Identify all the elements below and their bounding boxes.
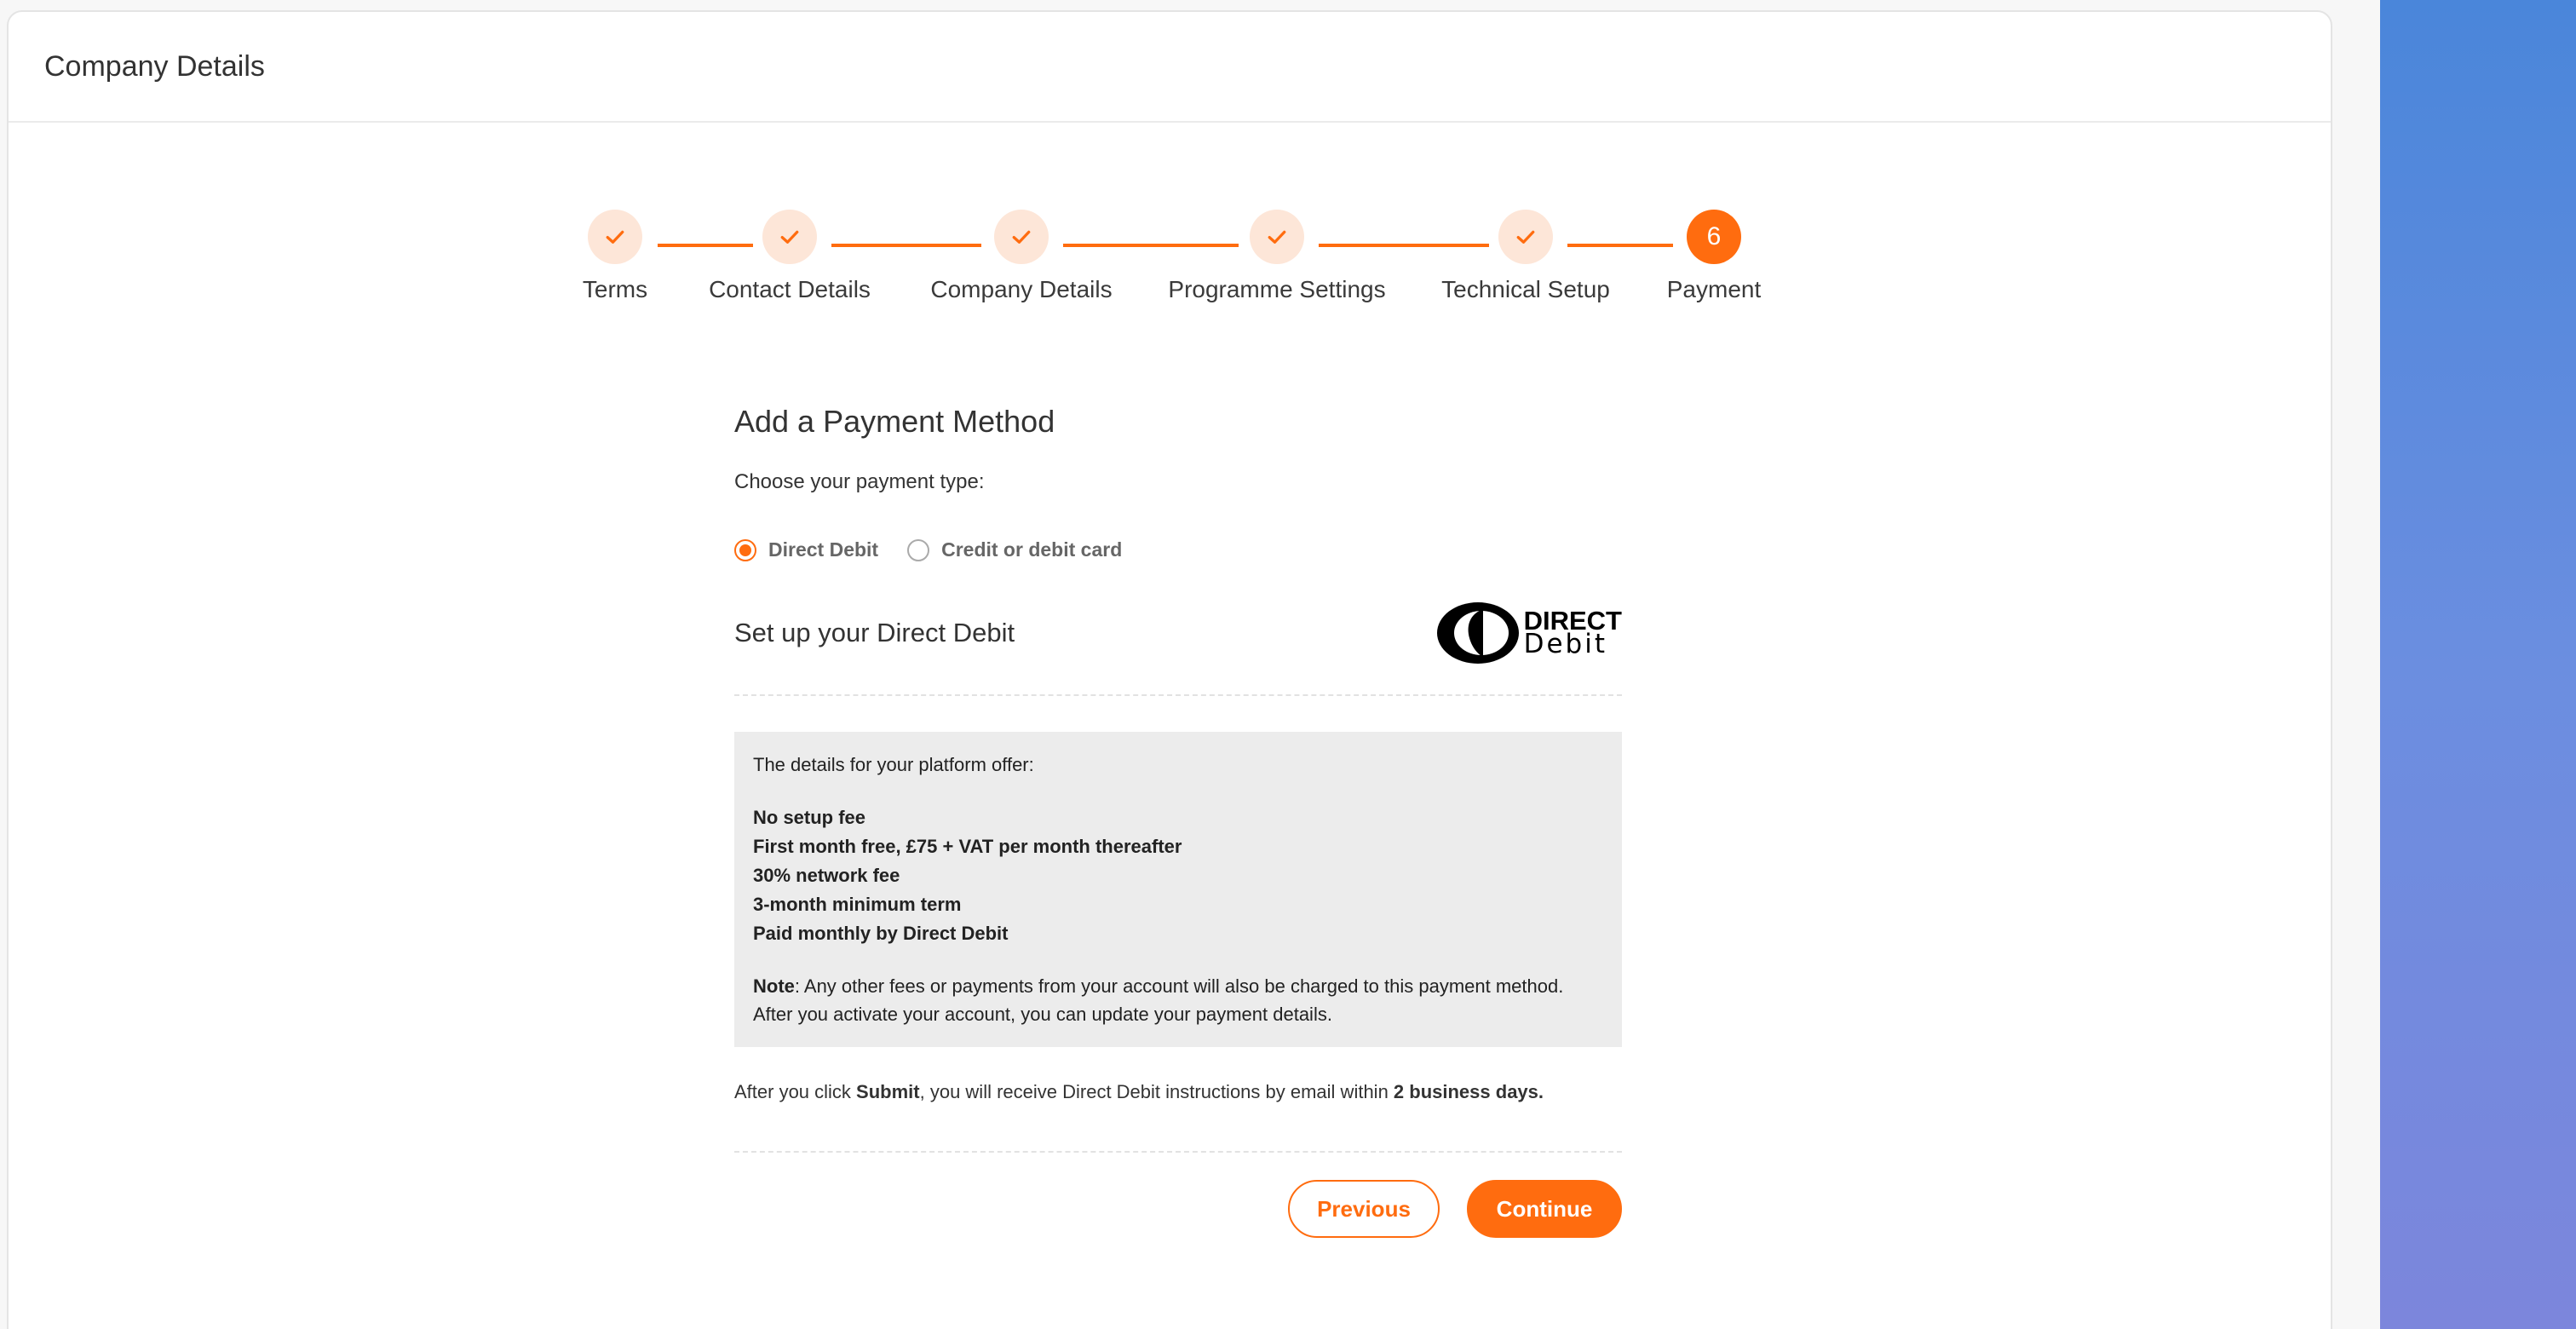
offer-intro: The details for your platform offer: <box>753 754 1034 775</box>
step-label: Contact Details <box>709 276 871 302</box>
direct-debit-logo: DIRECT Debit <box>1435 601 1622 665</box>
offer-item: No setup fee <box>753 807 866 828</box>
payment-type-label: Choose your payment type: <box>734 470 985 493</box>
radio-button-selected[interactable] <box>734 538 756 561</box>
step-complete-indicator <box>994 210 1049 264</box>
radio-card[interactable]: Credit or debit card <box>907 538 1122 561</box>
form-actions: Previous Continue <box>734 1180 1622 1238</box>
days-emphasis: 2 business days. <box>1393 1081 1544 1102</box>
step-label: Programme Settings <box>1168 276 1386 302</box>
radio-label: Credit or debit card <box>941 538 1123 561</box>
offer-details-box: The details for your platform offer: No … <box>734 732 1622 1047</box>
progress-stepper: Terms Contact Details Company Details Pr… <box>9 210 2331 329</box>
previous-button[interactable]: Previous <box>1288 1180 1440 1238</box>
note-label: Note <box>753 975 795 997</box>
radio-button-unselected[interactable] <box>907 538 930 561</box>
note-text: : Any other fees or payments from your a… <box>753 975 1564 1025</box>
direct-debit-logo-text: DIRECT Debit <box>1523 607 1622 659</box>
step-company-details[interactable]: Company Details <box>894 210 1149 303</box>
step-complete-indicator <box>588 210 642 264</box>
onboarding-card: Company Details Terms Contact Details Co… <box>7 10 2332 1329</box>
step-payment[interactable]: 6 Payment <box>1586 210 1842 303</box>
direct-debit-header: Set up your Direct Debit DIRECT Debit <box>734 601 1622 696</box>
direct-debit-title: Set up your Direct Debit <box>734 618 1015 647</box>
checkmark-icon <box>1516 230 1535 244</box>
step-complete-indicator <box>1250 210 1304 264</box>
logo-line2: Debit <box>1523 629 1607 659</box>
instructions-text: After you click <box>734 1081 857 1102</box>
offer-note: Note: Any other fees or payments from yo… <box>753 972 1603 1028</box>
step-number: 6 <box>1687 210 1741 264</box>
submit-instructions: After you click Submit, you will receive… <box>734 1081 1622 1153</box>
offer-item: 30% network fee <box>753 865 900 886</box>
page-title: Company Details <box>44 49 265 83</box>
submit-emphasis: Submit <box>856 1081 920 1102</box>
step-complete-indicator <box>1498 210 1553 264</box>
radio-dot <box>739 544 751 556</box>
instructions-text: , you will receive Direct Debit instruct… <box>919 1081 1394 1102</box>
step-label: Payment <box>1666 276 1762 302</box>
offer-item: 3-month minimum term <box>753 894 962 915</box>
step-label: Company Details <box>930 276 1113 302</box>
payment-form: Add a Payment Method Choose your payment… <box>734 404 1622 1238</box>
radio-direct-debit[interactable]: Direct Debit <box>734 538 878 561</box>
card-header: Company Details <box>9 12 2331 123</box>
step-contact-details[interactable]: Contact Details <box>662 210 917 303</box>
step-label: Terms <box>582 276 648 302</box>
side-background-panel <box>2380 0 2576 1329</box>
step-label: Technical Setup <box>1441 276 1610 302</box>
step-programme-settings[interactable]: Programme Settings <box>1149 210 1405 303</box>
checkmark-icon <box>1012 230 1031 244</box>
payment-type-radio-group: Direct Debit Credit or debit card <box>734 538 1622 561</box>
checkmark-icon <box>780 230 799 244</box>
direct-debit-logo-icon <box>1436 602 1519 664</box>
section-heading: Add a Payment Method <box>734 404 1055 439</box>
step-complete-indicator <box>762 210 817 264</box>
checkmark-icon <box>1268 230 1286 244</box>
radio-label: Direct Debit <box>768 538 879 561</box>
continue-button[interactable]: Continue <box>1467 1180 1622 1238</box>
checkmark-icon <box>606 230 624 244</box>
offer-item: Paid monthly by Direct Debit <box>753 923 1009 944</box>
offer-item: First month free, £75 + VAT per month th… <box>753 836 1182 857</box>
